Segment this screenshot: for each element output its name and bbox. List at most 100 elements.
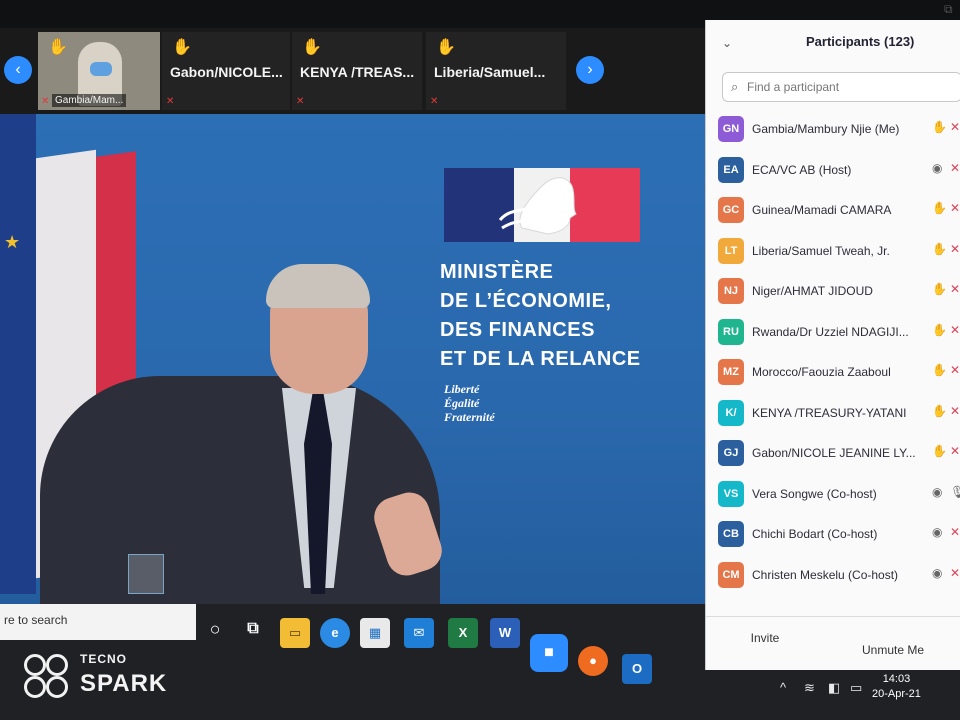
zoom-icon[interactable]: ■	[530, 634, 568, 672]
speaker-suit	[40, 376, 440, 604]
avatar: MZ	[718, 359, 744, 385]
popout-icon[interactable]: ⧉	[944, 2, 953, 17]
video-tile-gambia[interactable]: ✋ Gambia/Mam... ✕	[38, 32, 160, 110]
raise-hand-icon: ✋	[302, 39, 322, 56]
panel-header: ⌄ Participants (123) ⧉	[706, 2, 960, 64]
mail-icon[interactable]: ✉	[404, 618, 434, 648]
video-icon: ◉	[932, 484, 943, 499]
avatar: GC	[718, 197, 744, 223]
muted-mic-icon: ✕	[950, 241, 960, 256]
participant-name: Morocco/Faouzia Zaaboul	[752, 365, 891, 379]
wifi-icon[interactable]: ≋	[804, 680, 815, 696]
watermark-brand: TECNO	[80, 652, 127, 666]
mic-icon: 🎙	[950, 484, 960, 499]
participant-name: Liberia/Samuel Tweah, Jr.	[752, 243, 890, 258]
chevron-down-icon[interactable]: ⌄	[722, 36, 732, 50]
participant-row[interactable]: GC Guinea/Mamadi CAMARA ✋ ✕	[706, 191, 960, 232]
participant-row[interactable]: LT Liberia/Samuel Tweah, Jr. ✋ ✕	[706, 232, 960, 273]
word-icon[interactable]: W	[490, 618, 520, 648]
participant-row[interactable]: EECA/SILL Eleanh... (Co-host)✕	[706, 596, 960, 600]
chevron-left-icon[interactable]: ‹	[4, 56, 32, 84]
participant-row[interactable]: EA ECA/VC AB (Host) ◉ ✕	[706, 151, 960, 192]
find-participant-box[interactable]: ⌕	[722, 72, 960, 102]
clock-date: 20-Apr-21	[872, 688, 921, 700]
avatar: GN	[718, 116, 744, 142]
speaker-hair	[266, 264, 370, 308]
participant-row[interactable]: K/KENYA /TREASURY-YATANI ✋ ✕	[706, 394, 960, 435]
taskbar-search[interactable]: re to search	[0, 604, 196, 640]
edge-icon[interactable]: e	[320, 618, 350, 648]
participant-row[interactable]: VS Vera Songwe (Co-host) ◉ 🎙	[706, 475, 960, 516]
participant-row[interactable]: GJ Gabon/NICOLE JEANINE LY... ✋ ✕	[706, 434, 960, 475]
raise-hand-icon: ✋	[932, 241, 947, 256]
avatar: K/	[718, 399, 744, 426]
battery-icon[interactable]: ▭	[850, 680, 862, 696]
muted-mic-icon: ✕	[950, 565, 960, 580]
participant-name: Niger/AHMAT JIDOUD	[752, 284, 873, 298]
video-icon: ◉	[932, 160, 943, 175]
speaker	[40, 264, 500, 604]
participant-name: KENYA /TREASURY-YATANI	[752, 405, 907, 420]
muted-mic-icon: ✕	[950, 363, 960, 377]
invite-button[interactable]: Invite	[742, 627, 788, 649]
chevron-right-icon[interactable]: ›	[576, 56, 604, 84]
raise-hand-icon: ✋	[436, 39, 456, 56]
screen: ✋ Gambia/Mam... ✕ ✋ Gabon/NICOLE... ✕ ✋ …	[0, 0, 960, 720]
raise-hand-icon: ✋	[932, 403, 947, 418]
participants-panel: ⌄ Participants (123) ⧉ ⌕ GN Gambia/Mambur…	[705, 2, 960, 670]
raise-hand-icon: ✋	[932, 282, 947, 296]
marianne-profile-icon	[498, 177, 577, 235]
avatar: VS	[718, 480, 744, 507]
panel-footer: Invite Unmute Me	[706, 616, 960, 670]
avatar: EA	[718, 156, 744, 183]
muted-mic-icon: ✕	[950, 160, 960, 175]
avatar: RU	[718, 318, 744, 345]
tile-name: Gambia/Mam...	[52, 94, 127, 107]
firefox-icon[interactable]: ●	[578, 646, 608, 676]
tray-chevron-up-icon[interactable]: ^	[780, 680, 786, 695]
raise-hand-icon: ✋	[932, 444, 947, 458]
file-explorer-icon[interactable]: ▭	[280, 618, 310, 648]
excel-icon[interactable]: X	[448, 618, 478, 648]
muted-mic-icon: ✕	[166, 96, 175, 107]
muted-mic-icon: ✕	[950, 403, 960, 418]
participant-row[interactable]: NJ Niger/AHMAT JIDOUD ✋ ✕	[706, 272, 960, 313]
participant-row[interactable]: MZ Morocco/Faouzia Zaaboul ✋ ✕	[706, 353, 960, 394]
video-icon: ◉	[932, 565, 943, 580]
participant-name: ECA/VC AB (Host)	[752, 162, 852, 177]
video-tile-gabon[interactable]: ✋ Gabon/NICOLE... ✕	[162, 32, 290, 110]
outlook-icon[interactable]: O	[622, 654, 652, 684]
participant-list[interactable]: GN Gambia/Mambury Njie (Me) ✋ ✕ EA ECA/VC AB …	[706, 110, 960, 600]
tile-name: Liberia/Samuel...	[434, 64, 546, 80]
participant-name: Guinea/Mamadi CAMARA	[752, 203, 892, 217]
participant-row[interactable]: CM Christen Meskelu (Co-host) ◉ ✕	[706, 556, 960, 597]
participant-row[interactable]: GN Gambia/Mambury Njie (Me) ✋ ✕	[706, 110, 960, 151]
unmute-me-button[interactable]: Unmute Me	[854, 639, 932, 661]
main-video: ★ MINISTÈRE DE L’ÉCONOMIE, DES FINANCES …	[0, 114, 705, 604]
raise-hand-icon: ✋	[932, 201, 947, 215]
find-participant-input[interactable]	[747, 76, 957, 98]
task-view-icon[interactable]: ⧉	[238, 614, 268, 644]
raise-hand-icon: ✋	[172, 39, 192, 56]
muted-mic-icon: ✕	[296, 96, 305, 107]
video-tile-liberia[interactable]: ✋ Liberia/Samuel... ✕	[426, 32, 566, 110]
cortana-icon[interactable]: ○	[200, 614, 230, 644]
muted-mic-icon: ✕	[950, 444, 960, 458]
eu-star-icon: ★	[4, 232, 21, 252]
muted-mic-icon: ✕	[430, 96, 439, 107]
raise-hand-icon: ✋	[932, 120, 947, 134]
avatar: GJ	[718, 440, 744, 466]
avatar: CM	[718, 561, 744, 588]
video-tile-kenya[interactable]: ✋ KENYA /TREAS... ✕	[292, 32, 422, 110]
face-mask	[90, 62, 112, 76]
store-icon[interactable]: ▦	[360, 618, 390, 648]
eu-flag-blue	[0, 114, 36, 594]
tile-name: Gabon/NICOLE...	[170, 64, 283, 80]
muted-mic-icon: ✕	[950, 282, 960, 296]
participant-row[interactable]: RU Rwanda/Dr Uzziel NDAGIJI... ✋ ✕	[706, 313, 960, 354]
volume-icon[interactable]: ◧	[828, 680, 840, 696]
search-icon: ⌕	[731, 79, 739, 94]
participant-row[interactable]: CB Chichi Bodart (Co-host) ◉ ✕	[706, 515, 960, 556]
taskbar-clock[interactable]: 14:03 20-Apr-21	[872, 672, 921, 702]
participant-name: Gambia/Mambury Njie (Me)	[752, 122, 900, 136]
